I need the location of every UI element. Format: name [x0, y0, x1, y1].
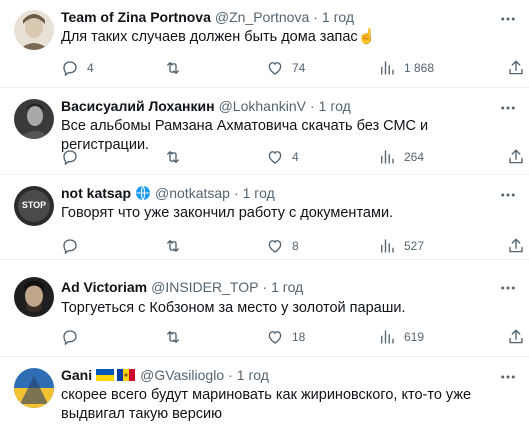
ukraine-flag-icon: [96, 369, 115, 381]
like-count: 8: [292, 239, 299, 253]
moldova-flag-icon: [117, 369, 136, 381]
share-icon: [509, 60, 523, 75]
like-count: 4: [292, 150, 299, 164]
views-icon: [381, 330, 394, 344]
views-icon: [381, 61, 394, 75]
timestamp[interactable]: 1 год: [271, 278, 303, 296]
author-handle[interactable]: @LokhankinV: [219, 97, 306, 115]
tweet[interactable]: Ad Victoriam @INSIDER_TOP · 1 год Торгуе…: [0, 261, 529, 357]
reply-button[interactable]: 4: [61, 59, 94, 77]
share-button[interactable]: [507, 148, 525, 166]
author-name[interactable]: Ad Victoriam: [61, 278, 147, 296]
author-name[interactable]: Gani: [61, 366, 92, 384]
retweet-button[interactable]: [164, 328, 190, 346]
author-handle[interactable]: @GVasilioglo: [140, 366, 224, 384]
like-button[interactable]: 18: [266, 328, 305, 346]
views-button[interactable]: 1 868: [378, 59, 434, 77]
heart-icon: [268, 331, 282, 344]
share-icon: [509, 149, 523, 164]
avatar[interactable]: [14, 277, 54, 317]
tweet-text: Говорят что уже закончил работу с докуме…: [61, 205, 394, 221]
heart-icon: [268, 151, 282, 164]
avatar[interactable]: [14, 10, 54, 50]
author-handle[interactable]: @notkatsap: [155, 184, 230, 202]
share-icon: [509, 329, 523, 344]
more-icon[interactable]: [499, 279, 517, 297]
views-icon: [381, 239, 394, 253]
retweet-icon: [167, 240, 179, 252]
retweet-button[interactable]: [164, 148, 190, 166]
heart-icon: [268, 240, 282, 253]
reply-button[interactable]: [61, 148, 87, 166]
author-name[interactable]: Team of Zina Portnova: [61, 8, 211, 26]
tweet[interactable]: Team of Zina Portnova @Zn_Portnova · 1 г…: [0, 0, 529, 88]
author-handle[interactable]: @INSIDER_TOP: [151, 278, 258, 296]
separator-dot: ·: [233, 185, 239, 201]
views-button[interactable]: 619: [378, 328, 424, 346]
tweet-text: Для таких случаев должен быть дома запас…: [61, 29, 376, 45]
views-icon: [381, 150, 394, 164]
separator-dot: ·: [228, 367, 233, 383]
views-button[interactable]: 264: [378, 148, 424, 166]
heart-icon: [268, 62, 282, 75]
share-icon: [509, 238, 523, 253]
reply-icon: [63, 150, 77, 166]
separator-dot: ·: [309, 98, 315, 114]
share-button[interactable]: [507, 237, 525, 255]
timestamp[interactable]: 1 год: [237, 366, 269, 384]
retweet-icon: [167, 331, 179, 343]
more-icon[interactable]: [499, 186, 517, 204]
more-icon[interactable]: [499, 99, 517, 117]
more-icon[interactable]: [499, 10, 517, 28]
more-icon[interactable]: [499, 368, 517, 386]
avatar[interactable]: [14, 99, 54, 139]
view-count: 527: [404, 239, 425, 253]
like-button[interactable]: 74: [266, 59, 305, 77]
share-button[interactable]: [507, 328, 525, 346]
globe-icon: [135, 185, 151, 201]
avatar[interactable]: STOP: [14, 186, 54, 226]
like-button[interactable]: 4: [266, 148, 299, 166]
author-name[interactable]: not katsap: [61, 184, 131, 202]
separator-dot: ·: [313, 9, 318, 25]
author-name[interactable]: Васисуалий Лоханкин: [61, 97, 215, 115]
like-count: 18: [292, 330, 306, 344]
retweet-button[interactable]: [164, 237, 190, 255]
reply-icon: [63, 330, 77, 346]
tweet[interactable]: Gani @GVasilioglo · 1 год скорее всего б…: [0, 358, 529, 431]
reply-button[interactable]: [61, 328, 87, 346]
view-count: 264: [404, 150, 425, 164]
reply-icon: [63, 61, 77, 77]
avatar-stop-text: STOP: [22, 200, 46, 210]
reply-count: 4: [87, 61, 94, 75]
tweet-text: Торгуеться с Кобзоном за место у золотой…: [61, 300, 406, 316]
tweet[interactable]: Васисуалий Лоханкин @LokhankinV · 1 год …: [0, 89, 529, 175]
timestamp[interactable]: 1 год: [322, 8, 354, 26]
avatar[interactable]: [14, 368, 54, 408]
view-count: 619: [404, 330, 425, 344]
retweet-icon: [167, 62, 179, 74]
view-count: 1 868: [404, 61, 435, 75]
retweet-icon: [167, 151, 179, 163]
like-count: 74: [292, 61, 306, 75]
tweet[interactable]: STOP not katsap @notkatsap · 1 год Говор…: [0, 176, 529, 260]
reply-button[interactable]: [61, 237, 87, 255]
share-button[interactable]: [507, 59, 525, 77]
timestamp[interactable]: 1 год: [319, 97, 351, 115]
retweet-button[interactable]: [164, 59, 190, 77]
like-button[interactable]: 8: [266, 237, 299, 255]
author-handle[interactable]: @Zn_Portnova: [215, 8, 309, 26]
views-button[interactable]: 527: [378, 237, 424, 255]
reply-icon: [63, 239, 77, 255]
separator-dot: ·: [262, 279, 268, 295]
timestamp[interactable]: 1 год: [243, 184, 275, 202]
tweet-text: скорее всего будут мариновать как жирино…: [61, 387, 472, 422]
